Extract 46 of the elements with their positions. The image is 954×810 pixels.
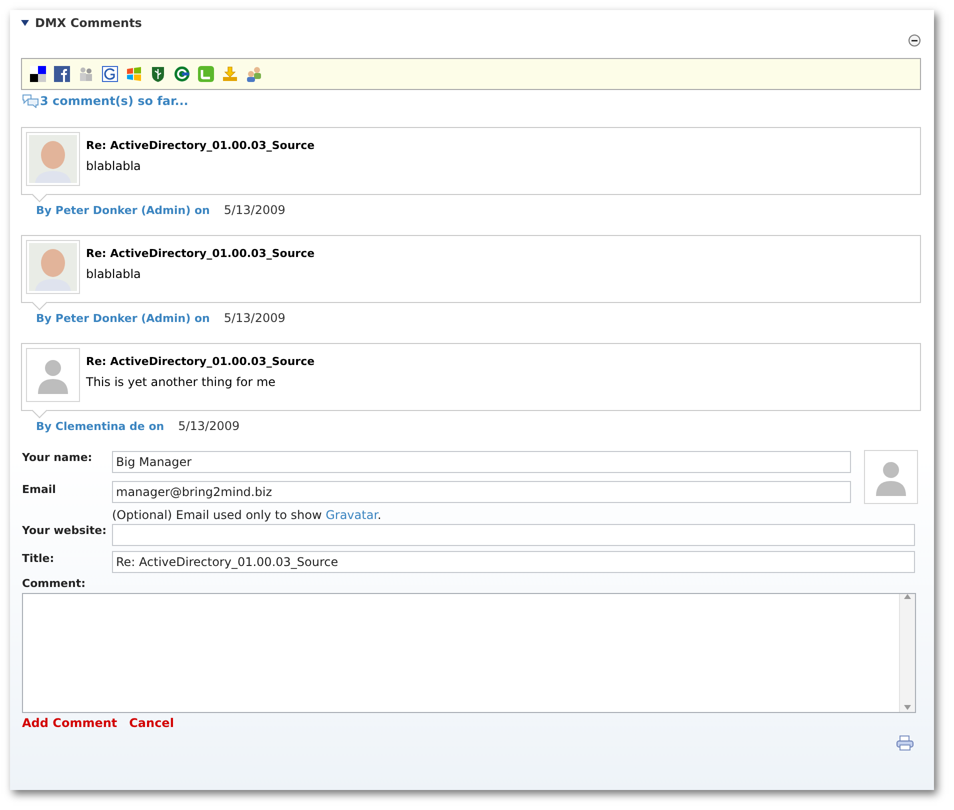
- module-title: DMX Comments: [35, 16, 142, 30]
- users-icon[interactable]: [246, 66, 262, 82]
- comments-icon: [21, 94, 39, 108]
- avatar: [26, 240, 80, 294]
- collapse-triangle-icon[interactable]: [21, 20, 29, 26]
- comment-title: Re: ActiveDirectory_01.00.03_Source: [86, 355, 315, 368]
- download-icon[interactable]: [222, 66, 238, 82]
- comment-date: 5/13/2009: [224, 311, 286, 325]
- scroll-down-icon[interactable]: [904, 705, 911, 712]
- field-label: Title:: [21, 552, 56, 567]
- facebook-icon[interactable]: [54, 66, 70, 82]
- chat-bubble-icon[interactable]: [198, 66, 214, 82]
- comment-body: blablabla: [86, 159, 142, 173]
- email-field[interactable]: manager@bring2mind.biz: [112, 480, 851, 502]
- cancel-link[interactable]: Cancel: [129, 716, 174, 730]
- avatar: [26, 348, 80, 402]
- comment-field[interactable]: [22, 593, 916, 713]
- gravatar-link[interactable]: Gravatar: [326, 508, 378, 522]
- email-note: (Optional) Email used only to show Gravatar.: [112, 507, 382, 524]
- windows-flag-icon[interactable]: [126, 66, 142, 82]
- comment-author: By Peter Donker (Admin) on: [36, 312, 210, 325]
- comment-author: By Peter Donker (Admin) on: [36, 204, 210, 217]
- people-icon[interactable]: [78, 66, 94, 82]
- name-field[interactable]: Big Manager: [112, 451, 851, 473]
- comment-title: Re: ActiveDirectory_01.00.03_Source: [86, 139, 315, 152]
- minimize-icon[interactable]: [908, 34, 921, 47]
- add-comment-link[interactable]: Add Comment: [22, 716, 118, 730]
- printer-icon[interactable]: [896, 735, 914, 751]
- avatar: [864, 450, 918, 504]
- field-label: Your name:: [21, 451, 94, 466]
- scroll-up-icon[interactable]: [904, 594, 911, 601]
- title-field[interactable]: Re: ActiveDirectory_01.00.03_Source: [112, 551, 915, 573]
- comment-body: blablabla: [86, 267, 142, 281]
- comment-date: 5/13/2009: [178, 419, 240, 433]
- comment-count-link[interactable]: 3 comment(s) so far...: [40, 94, 188, 108]
- google-icon[interactable]: [102, 66, 118, 82]
- avatar: [26, 132, 80, 186]
- comment-title: Re: ActiveDirectory_01.00.03_Source: [86, 247, 315, 260]
- comment-body: This is yet another thing for me: [86, 375, 277, 389]
- shield-leaf-icon[interactable]: [150, 66, 166, 82]
- field-label: Comment:: [21, 577, 87, 590]
- comment-author: By Clementina de on: [36, 420, 164, 433]
- field-label: Email: [21, 482, 57, 498]
- website-field[interactable]: [112, 524, 915, 546]
- comment-date: 5/13/2009: [224, 203, 286, 217]
- field-label: Your website:: [21, 524, 108, 539]
